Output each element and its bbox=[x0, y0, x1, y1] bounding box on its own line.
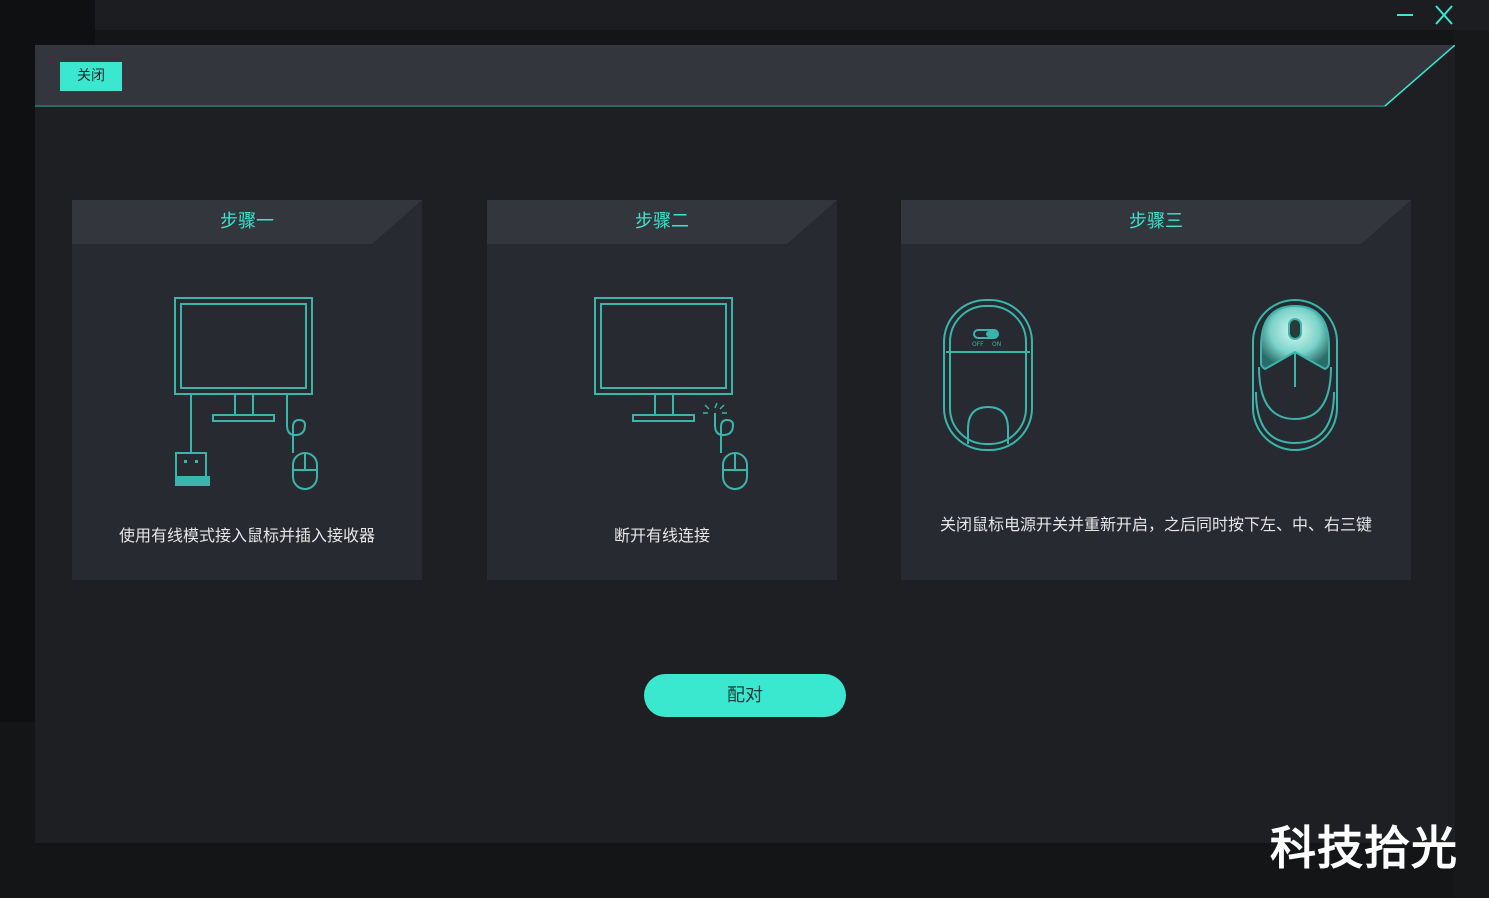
background-right-panel bbox=[1454, 30, 1489, 898]
watermark: 科技拾光 bbox=[1270, 821, 1458, 875]
switch-off-label: OFF bbox=[972, 341, 984, 348]
mouse-bottom-power-switch-icon: OFF ON bbox=[943, 299, 1033, 451]
step-card-3: 步骤三 OFF ON 关闭鼠标电源开关并重新开启，之后同时按下左、中、右三键 bbox=[901, 200, 1411, 580]
step-description: 关闭鼠标电源开关并重新开启，之后同时按下左、中、右三键 bbox=[939, 515, 1372, 534]
app-title-bar bbox=[95, 0, 1489, 30]
pairing-dialog: 关闭 步骤一 使用有线模式接入鼠标并插入接收器 步骤二 断开有线连接 步骤三 O… bbox=[35, 45, 1455, 843]
close-x-icon[interactable] bbox=[1431, 4, 1457, 26]
mouse-top-three-buttons-icon bbox=[1252, 299, 1338, 451]
dialog-header: 关闭 bbox=[35, 45, 1455, 107]
switch-on-label: ON bbox=[992, 341, 1001, 348]
step-description: 使用有线模式接入鼠标并插入接收器 bbox=[118, 526, 375, 545]
step-card-1: 步骤一 使用有线模式接入鼠标并插入接收器 bbox=[72, 200, 422, 580]
step-card-2: 步骤二 断开有线连接 bbox=[487, 200, 837, 580]
step-header: 步骤二 bbox=[487, 200, 837, 244]
pair-button[interactable]: 配对 bbox=[644, 674, 846, 717]
step-title: 步骤一 bbox=[220, 211, 274, 232]
step-header: 步骤三 bbox=[901, 200, 1411, 244]
step-title: 步骤二 bbox=[635, 211, 689, 232]
monitor-disconnected-mouse-illustration bbox=[594, 297, 748, 490]
minimize-icon[interactable] bbox=[1392, 4, 1418, 26]
step-description: 断开有线连接 bbox=[613, 526, 710, 545]
step-header: 步骤一 bbox=[72, 200, 422, 244]
close-button[interactable]: 关闭 bbox=[60, 62, 122, 91]
monitor-usb-mouse-illustration bbox=[174, 297, 318, 490]
step-title: 步骤三 bbox=[1129, 211, 1183, 232]
